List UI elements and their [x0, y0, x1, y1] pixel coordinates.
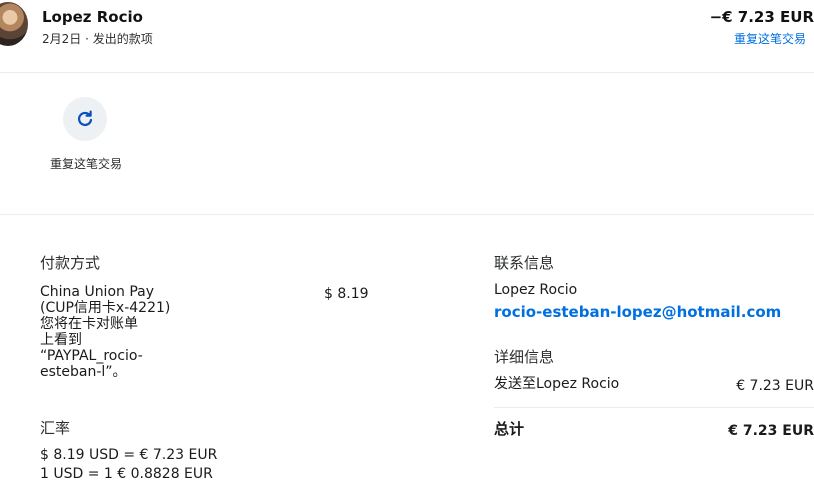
repeat-transaction-label: 重复这笔交易: [50, 157, 123, 171]
payment-method-line: 您将在卡对账单: [40, 316, 138, 332]
details-divider: [494, 407, 814, 408]
transaction-amount: −€ 7.23 EUR: [709, 8, 814, 26]
repeat-transaction-button[interactable]: [63, 97, 107, 141]
transaction-subtitle: 2月2日 · 发出的款项: [42, 32, 153, 46]
payment-method-line: esteban-l”。: [40, 364, 127, 380]
payment-amount: $ 8.19: [324, 286, 369, 302]
payment-method-title: 付款方式: [40, 254, 101, 272]
payment-method-details: China Union Pay (CUP信用卡x-4221) 您将在卡对账单 上…: [40, 284, 200, 380]
exchange-rate-line: $ 8.19 USD = € 7.23 EUR: [40, 447, 218, 463]
sent-amount: € 7.23 EUR: [736, 378, 814, 394]
repeat-transaction-link[interactable]: 重复这笔交易: [734, 30, 806, 47]
payment-method-line: 上看到: [40, 332, 82, 348]
contact-email-link[interactable]: rocio-esteban-lopez@hotmail.com: [494, 303, 781, 321]
contact-info-title: 联系信息: [494, 254, 555, 272]
total-amount: € 7.23 EUR: [728, 423, 814, 439]
transaction-header: Lopez Rocio 2月2日 · 发出的款项 −€ 7.23 EUR 重复这…: [0, 0, 814, 73]
avatar: [0, 2, 28, 46]
actions-section: 重复这笔交易: [0, 73, 814, 215]
sent-to-label: 发送至Lopez Rocio: [494, 376, 620, 392]
counterparty-name: Lopez Rocio: [42, 8, 143, 26]
exchange-rate-line: 1 USD = 1 € 0.8828 EUR: [40, 466, 213, 482]
refresh-icon: [75, 109, 95, 129]
payment-method-line: China Union Pay: [40, 284, 155, 300]
total-label: 总计: [494, 420, 525, 438]
payment-method-line: (CUP信用卡x-4221): [40, 300, 171, 316]
details-title: 详细信息: [494, 348, 555, 366]
exchange-rate-title: 汇率: [40, 419, 71, 437]
contact-name: Lopez Rocio: [494, 282, 578, 298]
payment-method-line: “PAYPAL_rocio-: [40, 348, 143, 364]
